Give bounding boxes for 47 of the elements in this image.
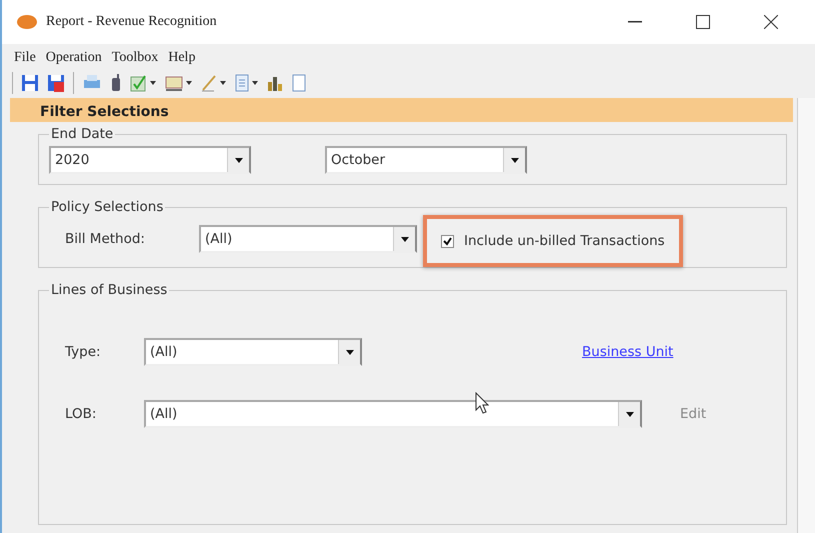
toolbar-button[interactable]: [110, 74, 122, 92]
window-title: Report - Revenue Recognition: [46, 14, 218, 30]
group-title: Lines of Business: [50, 282, 168, 298]
toolbar-button[interactable]: [164, 74, 192, 92]
checklist-icon: [130, 74, 148, 92]
field-label: Type:: [64, 344, 102, 360]
menu-item[interactable]: Help: [168, 50, 196, 66]
app-logo-icon: [16, 14, 38, 30]
group-title: Policy Selections: [50, 199, 164, 215]
toolbar-button[interactable]: [200, 74, 226, 92]
pencil-icon: [200, 74, 218, 92]
group-title: End Date: [50, 126, 114, 142]
save-icon: [21, 74, 39, 92]
dropdown-field[interactable]: October: [325, 146, 527, 174]
phone-icon: [110, 74, 122, 92]
dropdown-field[interactable]: (All): [144, 400, 642, 428]
caret-icon[interactable]: [252, 81, 258, 85]
toolbar-button[interactable]: [21, 74, 39, 92]
field-label: Bill Method:: [64, 231, 146, 247]
minimize-icon: [628, 21, 642, 23]
checkbox-label: Include un-billed Transactions: [464, 233, 665, 249]
blank-page-icon: [292, 74, 306, 92]
dropdown-field[interactable]: 2020: [49, 146, 251, 174]
caret-icon[interactable]: [150, 81, 156, 85]
scrollbar[interactable]: [797, 98, 815, 533]
save-close-icon: [47, 74, 65, 92]
maximize-icon: [696, 15, 710, 29]
board-icon: [164, 74, 184, 92]
document-icon: [234, 74, 250, 92]
menu-item[interactable]: File: [14, 50, 36, 66]
mouse-pointer-icon: [475, 392, 489, 414]
toolbar-button[interactable]: [266, 74, 284, 92]
dropdown-field[interactable]: (All): [199, 225, 417, 253]
caret-icon[interactable]: [220, 81, 226, 85]
section-title: Filter Selections: [40, 107, 169, 117]
dropdown-field[interactable]: (All): [144, 338, 362, 366]
toolbar-button[interactable]: [47, 74, 65, 92]
caret-icon[interactable]: [186, 81, 192, 85]
close-icon: [764, 15, 778, 29]
menu-item[interactable]: Operation: [46, 50, 102, 66]
toolbar-button[interactable]: [130, 74, 156, 92]
menu-item[interactable]: Toolbox: [112, 50, 158, 66]
toolbar-button[interactable]: [234, 74, 258, 92]
bar-chart-icon: [266, 74, 284, 92]
field-label: LOB:: [64, 406, 98, 422]
checkbox[interactable]: [441, 234, 454, 248]
business-unit-link[interactable]: Business Unit: [582, 344, 674, 360]
